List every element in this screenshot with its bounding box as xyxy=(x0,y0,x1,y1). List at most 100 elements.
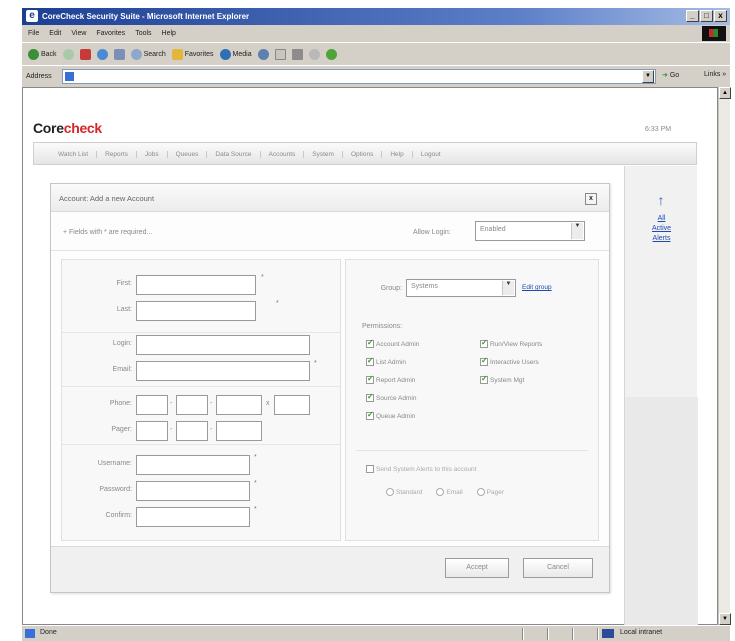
nav-reports[interactable]: Reports xyxy=(97,151,137,158)
required-star: * xyxy=(254,480,257,487)
go-button[interactable]: ➜ Go xyxy=(662,71,679,79)
allow-login-select[interactable]: Enabled ▼ xyxy=(475,221,585,241)
perm-list-admin[interactable]: List Admin xyxy=(366,356,406,366)
ext-mark: x xyxy=(266,400,270,407)
nav-jobs[interactable]: Jobs xyxy=(137,151,168,158)
vertical-scrollbar[interactable]: ▲ ▼ xyxy=(718,87,731,625)
side-link-alerts[interactable]: Alerts xyxy=(625,234,698,244)
login-input[interactable] xyxy=(136,335,310,355)
send-alerts-checkbox[interactable]: Send System Alerts to this account xyxy=(366,465,476,473)
side-link-all[interactable]: All xyxy=(625,214,698,224)
links-button[interactable]: Links » xyxy=(704,71,726,78)
search-button[interactable]: Search xyxy=(130,48,166,60)
menu-tools[interactable]: Tools xyxy=(135,30,151,37)
edit-group-link[interactable]: Edit group xyxy=(522,284,552,291)
favorites-star-icon xyxy=(171,48,183,60)
windows-logo-icon xyxy=(702,26,726,41)
pager-line-input[interactable] xyxy=(216,421,262,441)
phone-ext-input[interactable] xyxy=(274,395,310,415)
minimize-button[interactable]: _ xyxy=(686,10,699,22)
dialog-header: Account: Add a new Account x xyxy=(51,184,609,212)
group-select[interactable]: Systems ▼ xyxy=(406,279,516,297)
chevron-down-icon: ▼ xyxy=(502,281,514,295)
permissions-label: Permissions: xyxy=(362,323,403,330)
contact-info-panel: First: * Last: * Login: Email: * Phone: … xyxy=(61,259,341,541)
radio-email[interactable]: Email xyxy=(436,488,463,496)
history-icon[interactable] xyxy=(257,48,269,60)
menu-view[interactable]: View xyxy=(71,30,86,37)
pager-area-input[interactable] xyxy=(136,421,168,441)
last-name-input[interactable] xyxy=(136,301,256,321)
nav-queues[interactable]: Queues xyxy=(168,151,208,158)
media-button[interactable]: Media xyxy=(219,48,252,60)
ie-icon: e xyxy=(26,10,38,22)
logo-main: Core xyxy=(33,120,64,136)
username-input[interactable] xyxy=(136,455,250,475)
confirm-password-input[interactable] xyxy=(136,507,250,527)
email-input[interactable] xyxy=(136,361,310,381)
cancel-button[interactable]: Cancel xyxy=(523,558,593,578)
allow-login-value: Enabled xyxy=(480,226,506,233)
checkbox-empty-icon xyxy=(366,465,374,473)
menu-favorites[interactable]: Favorites xyxy=(96,30,125,37)
stop-icon[interactable] xyxy=(79,48,91,60)
phone-line-input[interactable] xyxy=(216,395,262,415)
required-note: + Fields with * are required... xyxy=(63,229,153,236)
side-link-active[interactable]: Active xyxy=(625,224,698,234)
address-dropdown-icon[interactable]: ▼ xyxy=(642,70,654,83)
address-label: Address xyxy=(26,73,52,80)
close-button[interactable]: x xyxy=(714,10,727,22)
back-label: Back xyxy=(41,50,57,58)
perm-source-admin[interactable]: Source Admin xyxy=(366,392,417,402)
mail-icon[interactable] xyxy=(274,48,286,60)
page-done-icon xyxy=(25,629,35,638)
perm-label: Source Admin xyxy=(376,394,417,402)
back-button[interactable]: Back xyxy=(28,48,57,60)
radio-icon xyxy=(476,488,485,496)
scroll-down-icon[interactable]: ▼ xyxy=(719,613,731,625)
home-icon[interactable] xyxy=(113,48,125,60)
permissions-panel: Group: Systems ▼ Edit group Permissions:… xyxy=(345,259,599,541)
nav-system[interactable]: System xyxy=(304,151,343,158)
scroll-up-icon[interactable]: ▲ xyxy=(719,87,731,99)
pager-prefix-input[interactable] xyxy=(176,421,208,441)
address-input[interactable] xyxy=(62,69,656,84)
phone-prefix-input[interactable] xyxy=(176,395,208,415)
perm-run-view-reports[interactable]: Run/View Reports xyxy=(480,338,543,348)
nav-logout[interactable]: Logout xyxy=(413,151,449,158)
required-star: * xyxy=(314,360,317,367)
nav-options[interactable]: Options xyxy=(343,151,383,158)
perm-account-admin[interactable]: Account Admin xyxy=(366,338,419,348)
menu-file[interactable]: File xyxy=(28,30,39,37)
radio-pager[interactable]: Pager xyxy=(476,488,504,496)
perm-queue-admin[interactable]: Queue Admin xyxy=(366,410,415,420)
nav-accounts[interactable]: Accounts xyxy=(261,151,305,158)
nav-watch-list[interactable]: Watch List xyxy=(50,151,98,158)
perm-report-admin[interactable]: Report Admin xyxy=(366,374,415,384)
perm-label: Run/View Reports xyxy=(490,340,543,348)
status-separator xyxy=(522,628,523,640)
refresh-icon[interactable] xyxy=(96,48,108,60)
messenger-icon[interactable] xyxy=(325,48,337,60)
menu-help[interactable]: Help xyxy=(162,30,176,37)
first-name-input[interactable] xyxy=(136,275,256,295)
perm-interactive-users[interactable]: Interactive Users xyxy=(480,356,539,366)
maximize-button[interactable]: □ xyxy=(700,10,713,22)
favorites-button[interactable]: Favorites xyxy=(171,48,214,60)
forward-arrow-icon[interactable] xyxy=(62,48,74,60)
pager-label: Pager: xyxy=(111,426,132,433)
dialog-close-button[interactable]: x xyxy=(585,193,597,205)
password-input[interactable] xyxy=(136,481,250,501)
accept-button[interactable]: Accept xyxy=(445,558,509,578)
nav-data-source[interactable]: Data Source xyxy=(207,151,261,158)
address-bar: Address ▼ ➜ Go Links » xyxy=(22,65,730,87)
email-label: Email: xyxy=(112,366,132,373)
radio-standard[interactable]: Standard xyxy=(386,488,422,496)
phone-area-input[interactable] xyxy=(136,395,168,415)
perm-system-mgt[interactable]: System Mgt xyxy=(480,374,524,384)
dialog-title: Account: Add a new Account xyxy=(59,194,155,203)
edit-icon[interactable] xyxy=(308,48,320,60)
print-icon[interactable] xyxy=(291,48,303,60)
menu-edit[interactable]: Edit xyxy=(49,30,61,37)
nav-help[interactable]: Help xyxy=(382,151,413,158)
